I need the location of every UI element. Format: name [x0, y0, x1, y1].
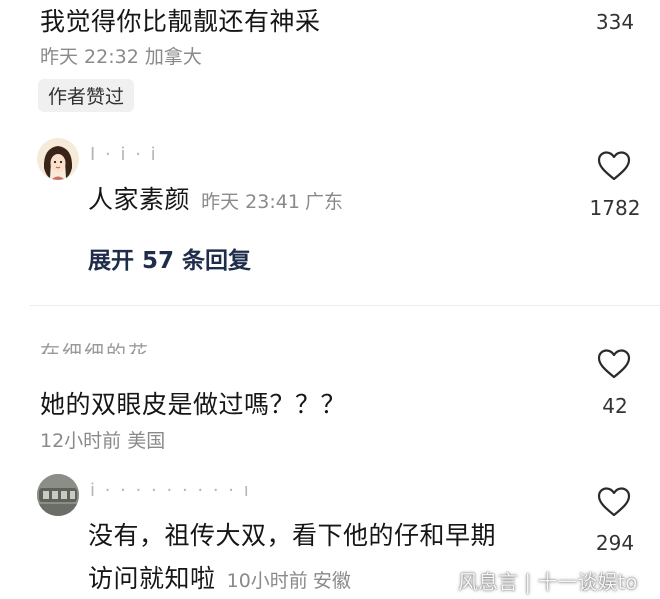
reply-time: 昨天 23:41 [201, 191, 300, 213]
reply-body: 访问就知啦 10小时前 安徽 [88, 559, 351, 595]
author-liked-badge: 作者赞过 [38, 79, 135, 112]
like-count: 42 [602, 394, 628, 418]
reply-text-line2: 访问就知啦 [88, 564, 216, 593]
heart-outline-icon [597, 349, 631, 379]
reply-text-line1: 没有，祖传大双，看下他的仔和早期 [88, 521, 497, 550]
avatar[interactable] [37, 138, 79, 180]
comment-time: 12小时前 [40, 430, 122, 452]
reply-body: 人家素颜 昨天 23:41 广东 [88, 180, 343, 216]
like-button[interactable] [596, 486, 632, 522]
reply-username[interactable]: i · · · · · · · · · ı [90, 480, 251, 501]
comment-username[interactable]: 在细细的花 [40, 340, 150, 354]
expand-replies-button[interactable]: 展开 57 条回复 [88, 241, 251, 275]
avatar-photo-icon [37, 474, 79, 516]
comment-text: 我觉得你比靓靓还有神采 [40, 7, 321, 36]
like-count: 334 [595, 10, 635, 34]
reply-location: 安徽 [312, 570, 351, 592]
like-count: 1782 [589, 196, 641, 220]
comment-location: 美国 [127, 430, 166, 452]
reply-username[interactable]: I · i · i [90, 144, 158, 165]
like-button[interactable] [596, 150, 632, 186]
like-count: 294 [595, 531, 635, 555]
avatar-girl-icon [37, 138, 79, 180]
avatar[interactable] [37, 474, 79, 516]
watermark: 风息言 | 十一谈娱to [458, 570, 638, 594]
reply-time: 10小时前 [226, 570, 308, 592]
comment-meta: 昨天 22:32 加拿大 [40, 42, 202, 69]
reply-text: 人家素颜 [88, 185, 191, 214]
divider [30, 305, 660, 306]
heart-outline-icon [597, 151, 631, 181]
comment-time: 昨天 22:32 [40, 46, 139, 68]
comment-location: 加拿大 [144, 46, 202, 68]
comment-text: 她的双眼皮是做过嗎？？？ [40, 390, 347, 419]
heart-outline-icon [597, 487, 631, 517]
reply-location: 广东 [305, 191, 344, 213]
comment-meta: 12小时前 美国 [40, 426, 165, 453]
like-button[interactable] [596, 348, 632, 384]
